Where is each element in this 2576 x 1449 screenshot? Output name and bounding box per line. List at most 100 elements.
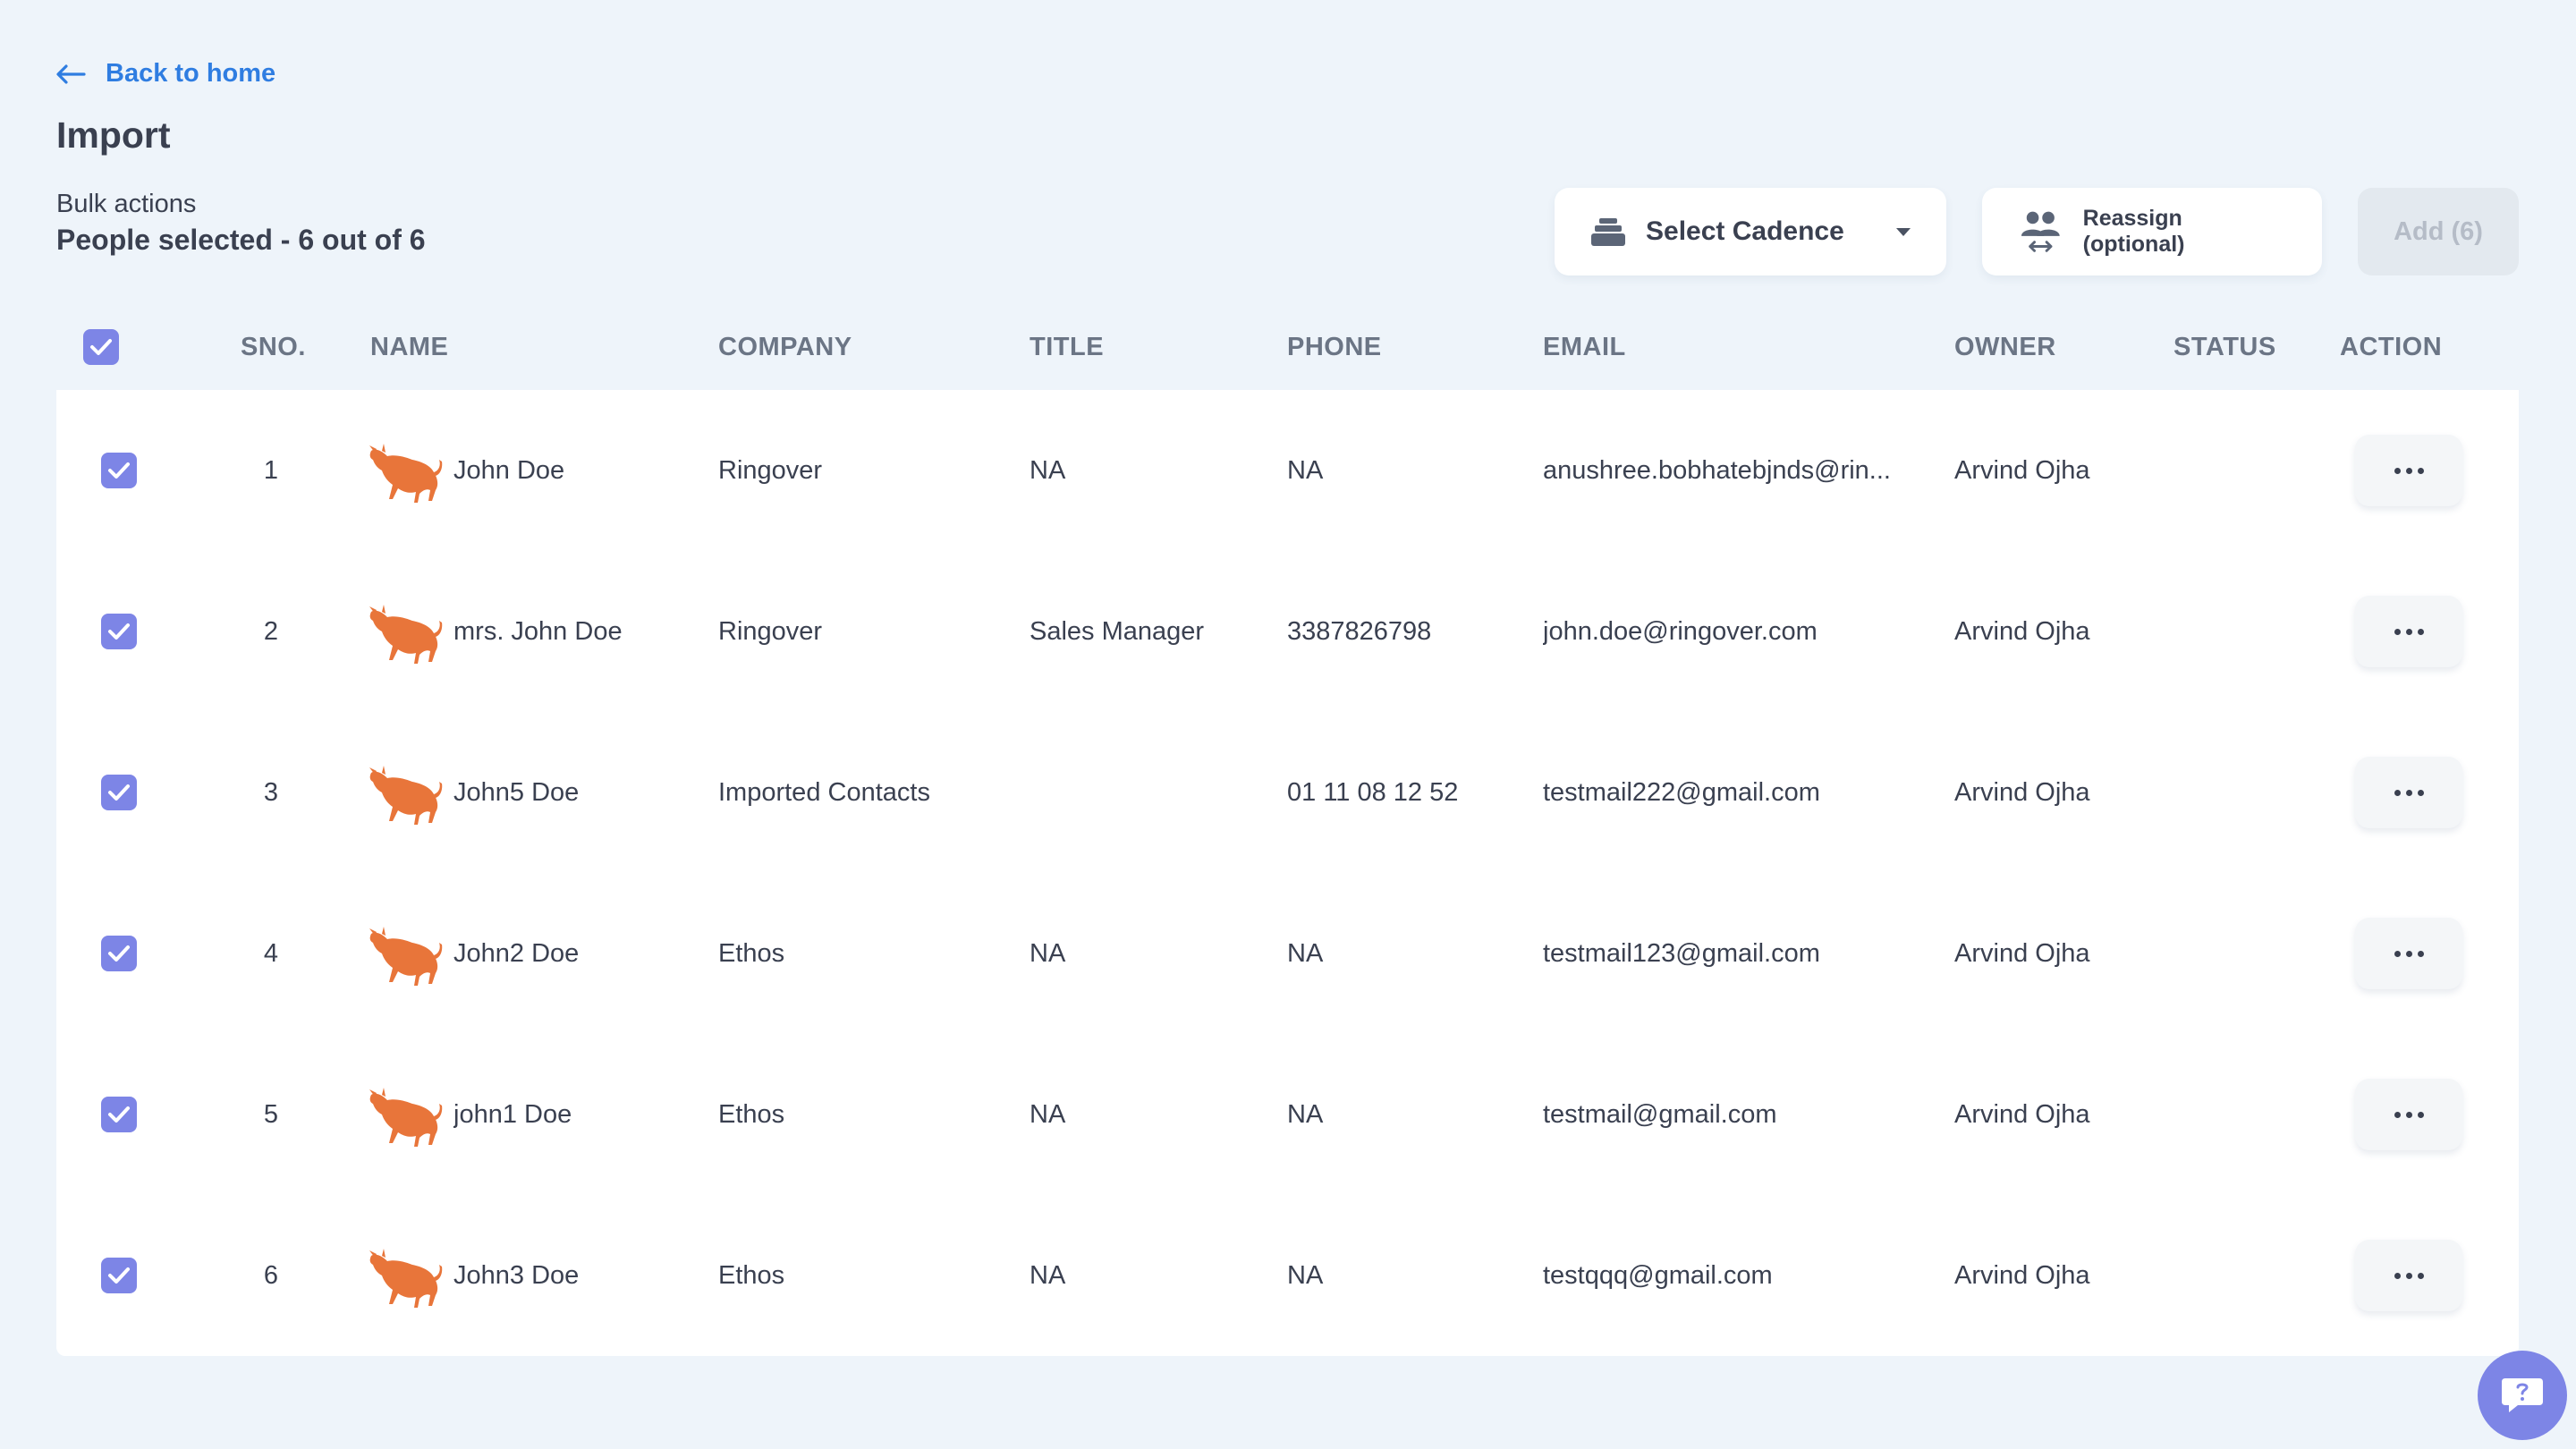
bull-avatar-icon — [369, 927, 443, 986]
table-row: 3 John5 Doe Imported Contacts 01 11 08 1… — [56, 712, 2519, 873]
row-actions-button[interactable] — [2355, 1079, 2462, 1150]
row-actions-button[interactable] — [2355, 918, 2462, 989]
checkmark-icon — [108, 1106, 130, 1123]
dot — [2417, 1111, 2424, 1118]
reassign-button[interactable]: Reassign (optional) — [1982, 188, 2322, 275]
add-button[interactable]: Add (6) — [2358, 188, 2519, 275]
select-cadence-dropdown[interactable]: Select Cadence — [1555, 188, 1946, 275]
checkmark-icon — [108, 945, 130, 962]
row-title: NA — [1030, 939, 1066, 968]
row-actions-button[interactable] — [2355, 757, 2462, 828]
column-header-sno: SNO. — [241, 333, 306, 361]
row-actions-button[interactable] — [2355, 435, 2462, 506]
row-company: Ethos — [718, 1261, 785, 1290]
row-email: testmail222@gmail.com — [1543, 778, 1820, 807]
row-status — [2174, 873, 2317, 1034]
checkmark-icon — [108, 462, 130, 479]
column-header-action: ACTION — [2340, 333, 2443, 361]
dot — [2394, 628, 2401, 635]
help-chat-icon — [2502, 1378, 2543, 1412]
dot — [2405, 467, 2412, 474]
row-name: John Doe — [453, 456, 565, 485]
dot — [2417, 950, 2424, 957]
checkmark-icon — [108, 1267, 130, 1284]
table-row: 1 John Doe Ringover NA NA anushree.bobha… — [56, 390, 2519, 551]
dot — [2394, 467, 2401, 474]
row-phone: 3387826798 — [1287, 617, 1432, 646]
row-checkbox[interactable] — [101, 775, 137, 810]
column-header-company: COMPANY — [718, 333, 852, 361]
back-to-home-label: Back to home — [106, 59, 276, 88]
row-email: testmail123@gmail.com — [1543, 939, 1820, 968]
bull-avatar-icon — [369, 1249, 443, 1308]
dot — [2417, 628, 2424, 635]
dot — [2405, 1272, 2412, 1279]
row-name: John3 Doe — [453, 1261, 580, 1290]
row-owner: Arvind Ojha — [1954, 617, 2090, 646]
row-sno: 4 — [263, 939, 279, 968]
row-owner: Arvind Ojha — [1954, 939, 2090, 968]
dot — [2405, 950, 2412, 957]
column-header-owner: OWNER — [1954, 333, 2056, 361]
row-actions-button[interactable] — [2355, 596, 2462, 667]
select-all-checkbox[interactable] — [83, 329, 119, 365]
table-row: 6 John3 Doe Ethos NA NA testqqq@gmail.co… — [56, 1195, 2519, 1356]
table-row: 2 mrs. John Doe Ringover Sales Manager 3… — [56, 551, 2519, 712]
dot — [2405, 1111, 2412, 1118]
row-phone: NA — [1287, 1261, 1324, 1290]
checkmark-icon — [108, 784, 130, 801]
row-title: NA — [1030, 1261, 1066, 1290]
row-name: John2 Doe — [453, 939, 580, 968]
row-checkbox[interactable] — [101, 1258, 137, 1293]
row-phone: NA — [1287, 456, 1324, 485]
chevron-down-icon — [1896, 227, 1911, 236]
row-title: Sales Manager — [1030, 617, 1205, 646]
selection-summary: People selected - 6 out of 6 — [56, 224, 426, 256]
checkmark-icon — [90, 339, 112, 355]
row-email: testmail@gmail.com — [1543, 1100, 1777, 1129]
back-to-home-link[interactable]: Back to home — [55, 59, 275, 89]
arrow-left-icon — [56, 64, 86, 84]
row-company: Ringover — [718, 617, 823, 646]
reassign-users-icon — [2021, 211, 2060, 252]
row-company: Ethos — [718, 939, 785, 968]
row-owner: Arvind Ojha — [1954, 1100, 2090, 1129]
bulk-actions-label: Bulk actions — [56, 190, 197, 218]
table-body: 1 John Doe Ringover NA NA anushree.bobha… — [56, 390, 2519, 1356]
row-phone: 01 11 08 12 52 — [1287, 778, 1459, 807]
cadence-stack-icon — [1591, 218, 1625, 246]
dot — [2394, 950, 2401, 957]
column-header-email: EMAIL — [1543, 333, 1626, 361]
row-actions-button[interactable] — [2355, 1240, 2462, 1311]
row-phone: NA — [1287, 939, 1324, 968]
table-row: 5 john1 Doe Ethos NA NA testmail@gmail.c… — [56, 1034, 2519, 1195]
row-phone: NA — [1287, 1100, 1324, 1129]
row-company: Imported Contacts — [718, 778, 930, 807]
row-checkbox[interactable] — [101, 1097, 137, 1132]
bull-avatar-icon — [369, 444, 443, 503]
bull-avatar-icon — [369, 605, 443, 664]
column-header-status: STATUS — [2174, 333, 2276, 361]
row-checkbox[interactable] — [101, 453, 137, 488]
row-title: NA — [1030, 1100, 1066, 1129]
row-sno: 3 — [263, 778, 279, 807]
dot — [2394, 1272, 2401, 1279]
row-status — [2174, 712, 2317, 873]
dot — [2417, 1272, 2424, 1279]
row-name: mrs. John Doe — [453, 617, 623, 646]
row-checkbox[interactable] — [101, 936, 137, 971]
row-email: testqqq@gmail.com — [1543, 1261, 1773, 1290]
help-chat-button[interactable] — [2478, 1351, 2567, 1440]
row-email: john.doe@ringover.com — [1543, 617, 1818, 646]
row-title — [1030, 712, 1280, 873]
bull-avatar-icon — [369, 766, 443, 825]
row-status — [2174, 1195, 2317, 1356]
dot — [2405, 789, 2412, 796]
table-header: SNO. NAME COMPANY TITLE PHONE EMAIL OWNE… — [56, 322, 2519, 390]
row-checkbox[interactable] — [101, 614, 137, 649]
row-company: Ethos — [718, 1100, 785, 1129]
column-header-title: TITLE — [1030, 333, 1105, 361]
row-sno: 1 — [263, 456, 279, 485]
column-header-phone: PHONE — [1287, 333, 1382, 361]
row-status — [2174, 551, 2317, 712]
